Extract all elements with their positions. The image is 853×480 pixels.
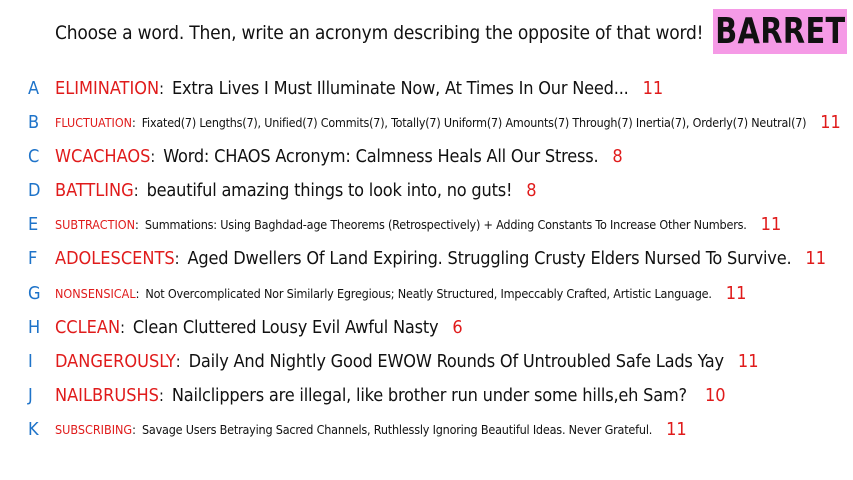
answer-row-a: A ELIMINATION: Extra Lives I Must Illumi… [0, 73, 853, 103]
answer-row-k: K SUBSCRIBING: Savage Users Betraying Sa… [0, 414, 853, 444]
answer-score: 11 [805, 247, 827, 269]
answer-acronym: Daily And Nightly Good EWOW Rounds Of Un… [188, 350, 724, 372]
answer-word: SUBSCRIBING [55, 421, 133, 437]
answer-score: 8 [612, 145, 623, 167]
answer-content: FLUCTUATION: Fixated(7) Lengths(7), Unif… [55, 112, 841, 133]
answer-colon: : [174, 248, 180, 268]
answer-row-e: E SUBTRACTION: Summations: Using Baghdad… [0, 209, 853, 239]
answer-score: 11 [737, 350, 759, 372]
answer-letter: E [28, 213, 39, 235]
answer-colon: : [150, 146, 156, 166]
answer-content: SUBSCRIBING: Savage Users Betraying Sacr… [55, 419, 687, 440]
answer-row-i: I DANGEROUSLY: Daily And Nightly Good EW… [0, 346, 853, 376]
answer-score: 11 [820, 111, 841, 133]
answer-colon: : [135, 285, 140, 301]
answer-row-j: J NAILBRUSHS: Nailclippers are illegal, … [0, 380, 853, 410]
answer-colon: : [120, 317, 125, 337]
answer-acronym: Extra Lives I Must Illuminate Now, At Ti… [171, 77, 629, 99]
answer-row-d: D BATTLING: beautiful amazing things to … [0, 175, 853, 205]
answer-row-f: F ADOLESCENTS: Aged Dwellers Of Land Exp… [0, 243, 853, 273]
answer-word: ADOLESCENTS [55, 247, 175, 269]
answer-acronym: Summations: Using Baghdad-age Theorems (… [144, 216, 747, 232]
answer-colon: : [175, 351, 181, 371]
answer-letter: I [28, 350, 33, 372]
answer-row-g: G NONSENSICAL: Not Overcomplicated Nor S… [0, 278, 853, 308]
answer-colon: : [159, 78, 164, 98]
answer-content: WCACHAOS: Word: CHAOS Acronym: Calmness … [55, 146, 623, 167]
answer-acronym: Savage Users Betraying Sacred Channels, … [141, 421, 653, 437]
answer-acronym: Nailclippers are illegal, like brother r… [171, 384, 687, 406]
answer-score: 8 [526, 179, 537, 201]
answer-letter: G [28, 282, 41, 304]
answer-letter: B [28, 111, 40, 133]
answer-colon: : [132, 421, 136, 437]
answer-content: ADOLESCENTS: Aged Dwellers Of Land Expir… [55, 248, 826, 269]
answer-row-h: H CCLEAN: Clean Cluttered Lousy Evil Awf… [0, 312, 853, 342]
answer-colon: : [131, 114, 136, 130]
answer-letter: C [28, 145, 40, 167]
answer-word: NONSENSICAL [55, 285, 136, 301]
answer-acronym: Not Overcomplicated Nor Similarly Egregi… [145, 285, 712, 301]
answer-colon: : [158, 385, 164, 405]
answer-acronym: Aged Dwellers Of Land Expiring. Struggli… [187, 247, 792, 269]
answer-acronym: Clean Cluttered Lousy Evil Awful Nasty [132, 316, 439, 338]
answer-colon: : [133, 180, 139, 200]
answer-row-b: B FLUCTUATION: Fixated(7) Lengths(7), Un… [0, 107, 853, 137]
answer-letter: J [28, 384, 33, 406]
answer-word: NAILBRUSHS [55, 384, 159, 406]
answer-word: SUBTRACTION [55, 216, 136, 232]
answer-content: SUBTRACTION: Summations: Using Baghdad-a… [55, 214, 781, 235]
answer-letter: K [28, 418, 39, 440]
answer-score: 10 [704, 384, 726, 406]
answer-score: 11 [760, 213, 782, 235]
answer-acronym: Word: CHAOS Acronym: Calmness Heals All … [163, 145, 599, 167]
answer-letter: D [28, 179, 41, 201]
answer-content: DANGEROUSLY: Daily And Nightly Good EWOW… [55, 351, 759, 372]
answer-content: NONSENSICAL: Not Overcomplicated Nor Sim… [55, 283, 746, 304]
answer-list: A ELIMINATION: Extra Lives I Must Illumi… [0, 0, 853, 480]
answer-row-c: C WCACHAOS: Word: CHAOS Acronym: Calmnes… [0, 141, 853, 171]
answer-score: 6 [452, 316, 463, 338]
answer-letter: H [28, 316, 41, 338]
answer-word: DANGEROUSLY [55, 350, 176, 372]
answer-letter: F [28, 247, 38, 269]
answer-score: 11 [642, 77, 664, 99]
answer-score: 11 [666, 418, 687, 440]
answer-word: CCLEAN [55, 316, 121, 338]
answer-word: ELIMINATION [55, 77, 160, 99]
answer-content: CCLEAN: Clean Cluttered Lousy Evil Awful… [55, 317, 463, 338]
answer-word: FLUCTUATION [55, 114, 132, 130]
answer-content: ELIMINATION: Extra Lives I Must Illumina… [55, 78, 663, 99]
answer-acronym: Fixated(7) Lengths(7), Unified(7) Commit… [141, 114, 807, 130]
answer-letter: A [28, 77, 40, 99]
answer-acronym: beautiful amazing things to look into, n… [146, 179, 513, 201]
answer-word: BATTLING [55, 179, 134, 201]
answer-content: BATTLING: beautiful amazing things to lo… [55, 180, 537, 201]
answer-content: NAILBRUSHS: Nailclippers are illegal, li… [55, 385, 726, 406]
answer-word: WCACHAOS [55, 145, 151, 167]
answer-colon: : [135, 216, 139, 232]
answer-score: 11 [725, 282, 747, 304]
